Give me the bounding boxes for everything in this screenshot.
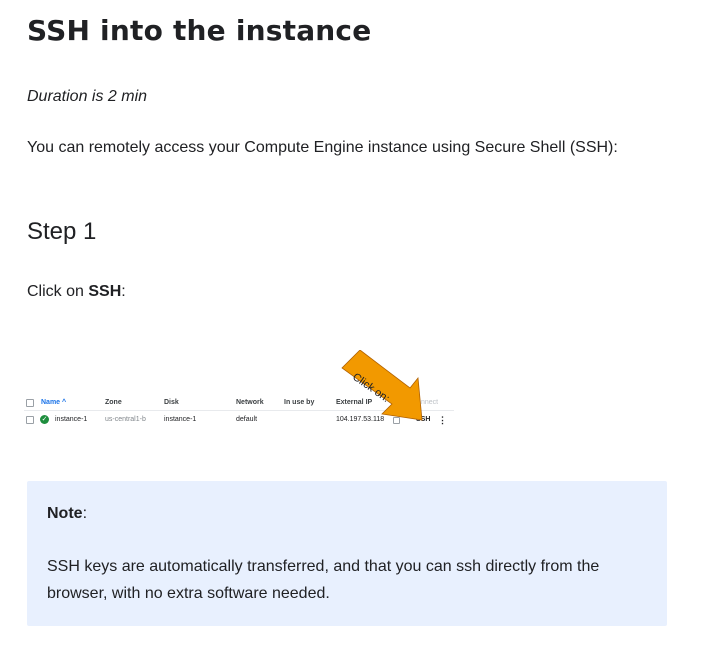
- instruction-suffix: :: [121, 283, 126, 300]
- note-label: Note:: [47, 505, 87, 523]
- header-name: Name ^: [41, 399, 67, 406]
- intro-text: You can remotely access your Compute Eng…: [27, 139, 618, 156]
- row-zone: us-central1-b: [105, 416, 146, 423]
- note-body: SSH keys are automatically transferred, …: [47, 558, 600, 602]
- header-in-use-by: In use by: [284, 399, 315, 406]
- note-label-bold: Note: [47, 505, 83, 522]
- row-disk: instance-1: [164, 416, 197, 423]
- row-network: default: [236, 416, 258, 423]
- check-circle-icon: ✓: [40, 415, 49, 424]
- header-network: Network: [236, 399, 264, 406]
- select-all-checkbox: [26, 399, 34, 407]
- note-label-suffix: :: [82, 505, 88, 522]
- step-heading: Step 1: [27, 218, 97, 245]
- duration-text: Duration is 2 min: [27, 88, 148, 105]
- header-zone: Zone: [105, 399, 122, 406]
- click-arrow-callout: [341, 350, 423, 421]
- row-checkbox: [26, 416, 34, 424]
- step-instruction: Click on SSH:: [27, 283, 126, 301]
- instruction-prefix: Click on: [27, 283, 89, 300]
- note-box: Note: SSH keys are automatically transfe…: [27, 481, 667, 626]
- orange-arrow-icon: [341, 350, 423, 421]
- instruction-target: SSH: [88, 283, 122, 300]
- page-title: SSH into the instance: [27, 14, 372, 47]
- header-disk: Disk: [164, 399, 179, 406]
- row-name: instance-1: [55, 416, 88, 423]
